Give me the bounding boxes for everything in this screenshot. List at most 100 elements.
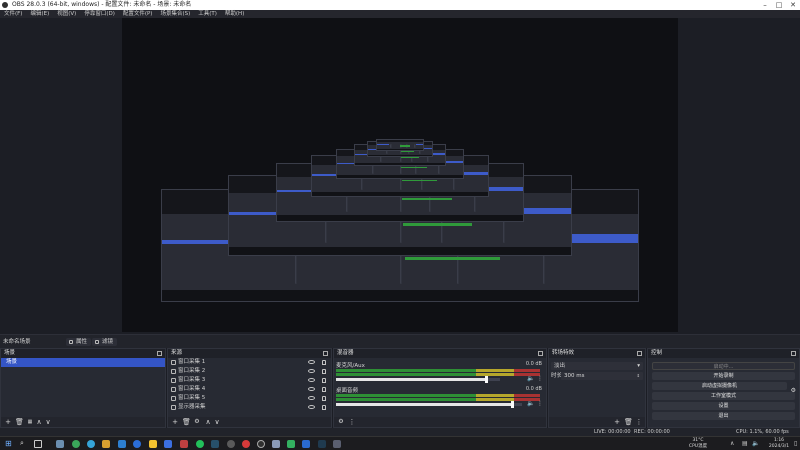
menu-view[interactable]: 视图(V) (53, 10, 80, 18)
remove-source-button[interactable]: 🗑 (182, 418, 191, 426)
volume-icon[interactable]: 🔈 (752, 440, 759, 447)
menu-docks[interactable]: 停靠窗口(D) (80, 10, 119, 18)
exit-button[interactable]: 退出 (652, 412, 795, 420)
app-icon[interactable] (272, 440, 280, 448)
eye-icon[interactable] (308, 369, 315, 373)
app-icon[interactable] (118, 440, 126, 448)
preview-canvas[interactable] (122, 18, 678, 332)
windows-start-icon[interactable]: ⊞ (5, 439, 12, 448)
app-icon[interactable] (227, 440, 235, 448)
mixer-title: 混音器 (337, 350, 354, 356)
undock-icon[interactable] (637, 351, 642, 356)
desktop-volume-knob[interactable] (511, 401, 515, 408)
source-item[interactable]: 窗口采集 1 (168, 358, 331, 367)
scene-item[interactable]: 场景 (1, 358, 165, 367)
terminal-icon[interactable] (318, 440, 326, 448)
move-source-down-button[interactable]: ∨ (213, 418, 221, 426)
eye-icon[interactable] (308, 405, 315, 409)
task-view-icon[interactable] (34, 440, 42, 448)
speaker-icon[interactable]: 🔈 (527, 400, 534, 407)
weather-widget[interactable]: 31°C CPU温度 (688, 438, 708, 450)
menu-edit[interactable]: 编辑(E) (26, 10, 53, 18)
remove-transition-button[interactable]: 🗑 (624, 418, 633, 426)
app-icon[interactable] (287, 440, 295, 448)
mixer-settings-button[interactable]: ⚙ (337, 418, 345, 426)
mic-volume-knob[interactable] (485, 376, 489, 383)
browser-icon[interactable] (133, 440, 141, 448)
scene-filters-button[interactable]: ▦ (26, 418, 34, 426)
app-icon[interactable] (87, 440, 95, 448)
app-icon[interactable] (242, 440, 250, 448)
add-scene-button[interactable]: + (4, 418, 12, 426)
close-button[interactable]: ✕ (786, 0, 800, 10)
lock-icon[interactable] (322, 387, 326, 392)
settings-button[interactable]: 设置 (652, 402, 795, 410)
move-source-up-button[interactable]: ∧ (204, 418, 212, 426)
search-icon[interactable]: ⌕ (20, 439, 24, 448)
start-virtual-camera-button[interactable]: 启动虚拟摄像机 (652, 382, 787, 390)
stepper-icon[interactable]: ⇕ (637, 372, 640, 380)
start-streaming-button[interactable]: 启动中... (652, 362, 795, 370)
move-scene-up-button[interactable]: ∧ (35, 418, 43, 426)
duration-input[interactable]: 300 ms ⇕ (561, 372, 643, 380)
tray-chevron-icon[interactable]: ∧ (730, 440, 734, 447)
kebab-menu-icon[interactable]: ⋮ (537, 375, 543, 382)
app-icon[interactable] (72, 440, 80, 448)
menu-help[interactable]: 帮助(H) (221, 10, 248, 18)
eye-icon[interactable] (308, 378, 315, 382)
mic-volume-slider[interactable] (336, 376, 500, 383)
lock-icon[interactable] (322, 378, 326, 383)
speaker-icon[interactable]: 🔈 (527, 375, 534, 382)
app-icon[interactable] (302, 440, 310, 448)
remove-scene-button[interactable]: 🗑 (15, 418, 24, 426)
app-icon[interactable] (149, 440, 157, 448)
undock-icon[interactable] (157, 351, 162, 356)
menu-tools[interactable]: 工具(T) (194, 10, 221, 18)
studio-mode-button[interactable]: 工作室模式 (652, 392, 795, 400)
network-icon[interactable]: ▤ (742, 440, 748, 447)
undock-icon[interactable] (323, 351, 328, 356)
maximize-button[interactable]: □ (772, 0, 786, 10)
app-icon[interactable] (180, 440, 188, 448)
app-icon[interactable] (211, 440, 219, 448)
properties-button[interactable]: 属性 (66, 338, 92, 346)
menu-scene-collection[interactable]: 场景集合(S) (156, 10, 194, 18)
menu-profile[interactable]: 配置文件(P) (119, 10, 157, 18)
app-icon[interactable] (333, 440, 341, 448)
filters-button[interactable]: 滤镜 (92, 338, 118, 346)
app-icon[interactable] (164, 440, 172, 448)
eye-icon[interactable] (308, 360, 315, 364)
source-item[interactable]: 窗口采集 5 (168, 394, 331, 403)
source-properties-button[interactable]: ⚙ (193, 418, 201, 426)
source-item[interactable]: 显示器采集 (168, 403, 331, 412)
obs-icon[interactable] (257, 440, 265, 448)
lock-icon[interactable] (322, 405, 326, 410)
app-icon[interactable] (56, 440, 64, 448)
clock[interactable]: 1:16 2024/3/1 (766, 438, 792, 450)
notification-icon[interactable]: ▯ (794, 440, 797, 447)
app-icon[interactable] (196, 440, 204, 448)
menu-file[interactable]: 文件(F) (0, 10, 26, 18)
transition-select[interactable]: 淡出 ▾ (551, 362, 643, 370)
mixer-menu-button[interactable]: ⋮ (348, 418, 356, 426)
start-recording-button[interactable]: 开始录制 (652, 372, 795, 380)
transition-menu-button[interactable]: ⋮ (635, 418, 643, 426)
add-transition-button[interactable]: + (613, 418, 621, 426)
undock-icon[interactable] (538, 351, 543, 356)
add-source-button[interactable]: + (171, 418, 179, 426)
source-item[interactable]: 窗口采集 4 (168, 385, 331, 394)
folder-icon[interactable] (102, 440, 110, 448)
source-item[interactable]: 窗口采集 3 (168, 376, 331, 385)
eye-icon[interactable] (308, 396, 315, 400)
move-scene-down-button[interactable]: ∨ (44, 418, 52, 426)
lock-icon[interactable] (322, 396, 326, 401)
gear-icon[interactable]: ⚙ (791, 387, 796, 394)
desktop-volume-slider[interactable] (336, 401, 522, 408)
kebab-menu-icon[interactable]: ⋮ (537, 400, 543, 407)
eye-icon[interactable] (308, 387, 315, 391)
lock-icon[interactable] (322, 369, 326, 374)
lock-icon[interactable] (322, 360, 326, 365)
minimize-button[interactable]: – (758, 0, 772, 10)
undock-icon[interactable] (791, 351, 796, 356)
source-item[interactable]: 窗口采集 2 (168, 367, 331, 376)
